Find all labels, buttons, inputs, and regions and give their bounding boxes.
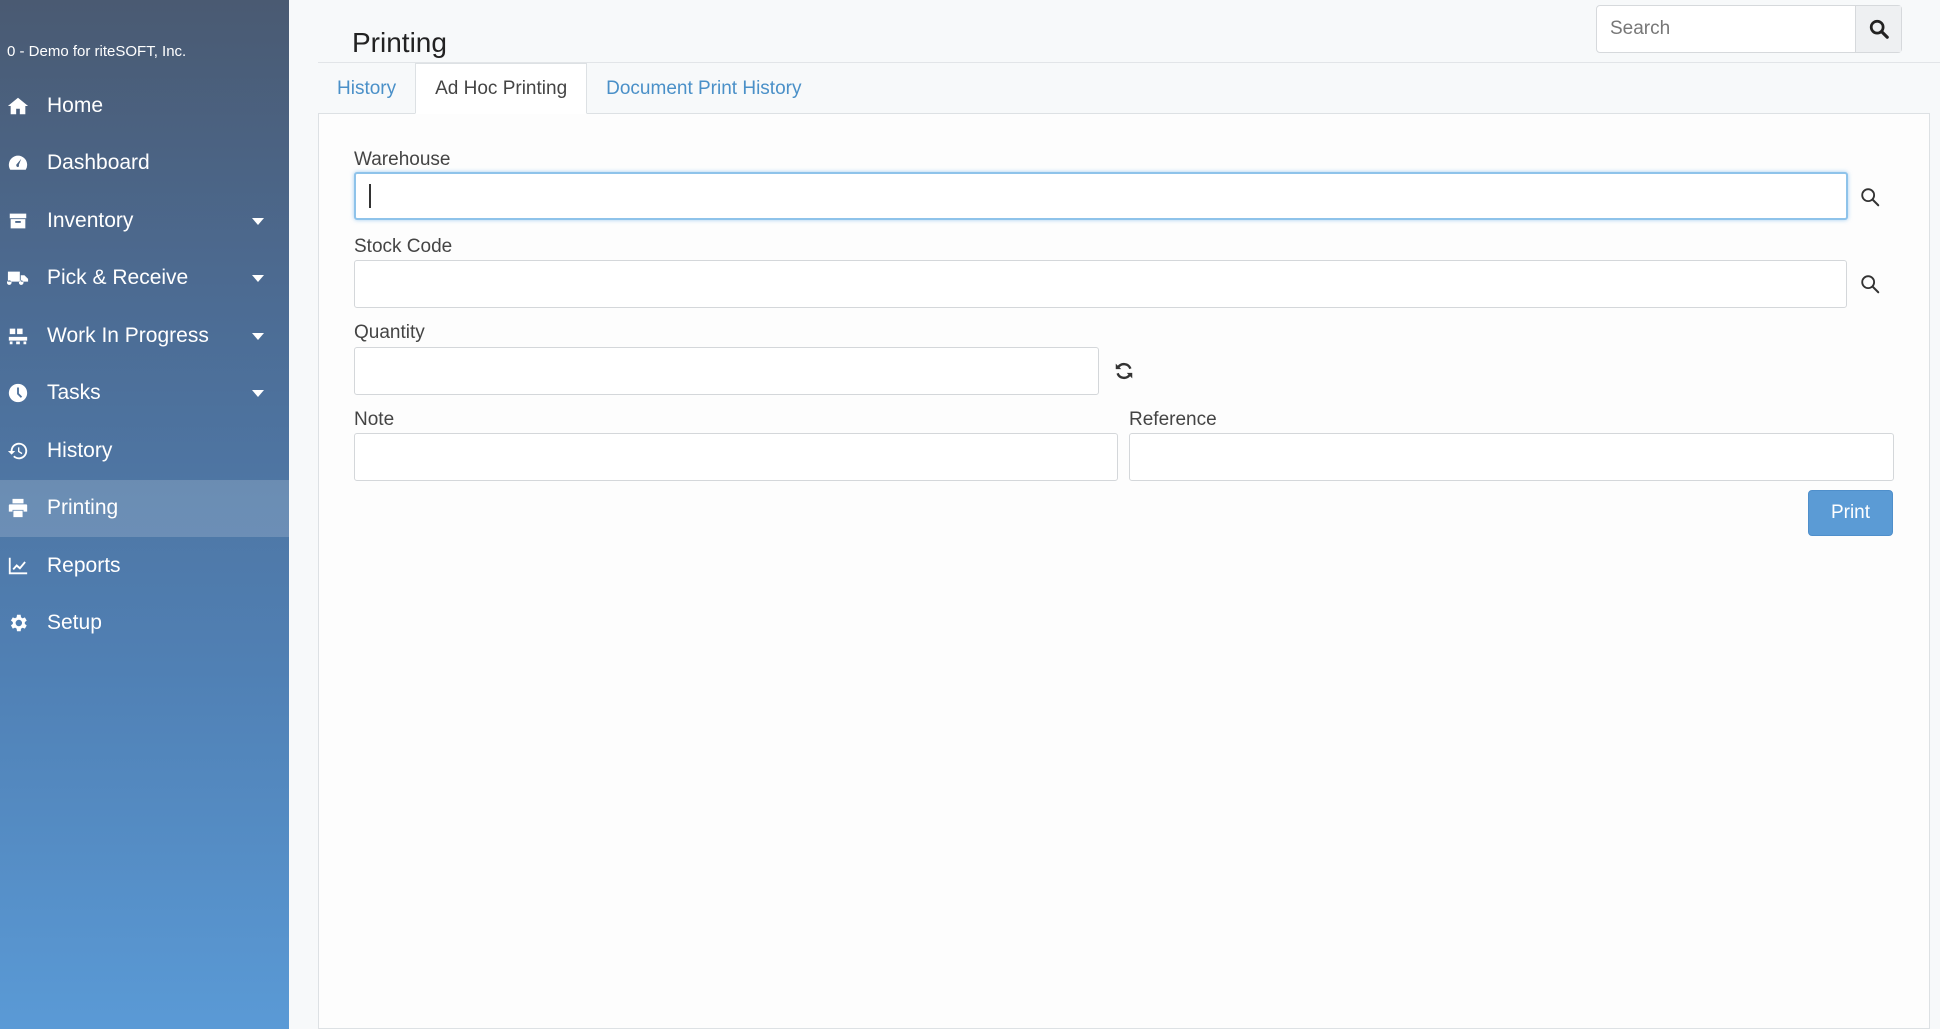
sidebar-item-label: Tasks — [47, 381, 101, 405]
sidebar-item-printing[interactable]: Printing — [0, 479, 289, 537]
search-input[interactable] — [1597, 6, 1855, 52]
gear-icon — [6, 611, 30, 635]
company-name: 0 - Demo for riteSOFT, Inc. — [7, 43, 187, 60]
sidebar-item-tasks[interactable]: Tasks — [0, 365, 289, 423]
refresh-quantity-button[interactable] — [1110, 357, 1138, 385]
chevron-down-icon — [252, 275, 264, 283]
warehouse-lookup-button[interactable] — [1856, 183, 1884, 211]
line-chart-icon — [6, 554, 30, 578]
tab-ad-hoc-printing[interactable]: Ad Hoc Printing — [415, 63, 588, 114]
stock-code-label: Stock Code — [354, 236, 453, 257]
stock-code-field[interactable] — [354, 260, 1847, 308]
search-button[interactable] — [1855, 6, 1901, 52]
printer-icon — [6, 496, 30, 520]
sidebar-item-history[interactable]: History — [0, 422, 289, 480]
sidebar-item-label: Work In Progress — [47, 323, 209, 347]
sidebar-item-label: Home — [47, 93, 104, 117]
print-button[interactable]: Print — [1808, 490, 1893, 536]
quantity-label: Quantity — [354, 322, 425, 343]
search-icon — [1861, 275, 1880, 294]
chevron-down-icon — [252, 390, 264, 398]
history-icon — [6, 439, 30, 463]
page-title: Printing — [352, 27, 447, 58]
sidebar-item-label: Pick & Receive — [47, 266, 189, 290]
sidebar-item-label: History — [47, 438, 113, 462]
quantity-field[interactable] — [354, 347, 1099, 395]
note-field[interactable] — [354, 433, 1118, 481]
sidebar-item-label: Printing — [47, 496, 119, 520]
tab-history[interactable]: History — [318, 63, 415, 114]
reference-label: Reference — [1129, 409, 1217, 430]
reference-field[interactable] — [1129, 433, 1894, 481]
global-search — [1596, 5, 1902, 53]
dashboard-icon — [6, 151, 30, 175]
warehouse-label: Warehouse — [354, 149, 451, 170]
conveyor-icon — [6, 324, 30, 348]
sidebar-nav: Home Dashboard Inventory Pick & Receive — [0, 77, 289, 652]
search-icon — [1861, 188, 1880, 207]
sidebar-item-reports[interactable]: Reports — [0, 537, 289, 595]
sidebar-item-label: Reports — [47, 553, 121, 577]
truck-icon — [6, 266, 30, 290]
sidebar-item-label: Setup — [47, 611, 102, 635]
sidebar-item-label: Dashboard — [47, 151, 150, 175]
clock-icon — [6, 381, 30, 405]
sidebar-item-label: Inventory — [47, 208, 134, 232]
ad-hoc-printing-panel — [318, 113, 1930, 1029]
sidebar-item-inventory[interactable]: Inventory — [0, 192, 289, 250]
note-label: Note — [354, 409, 395, 430]
refresh-icon — [1115, 362, 1133, 380]
sidebar-item-pick-receive[interactable]: Pick & Receive — [0, 250, 289, 308]
tab-bar: History Ad Hoc Printing Document Print H… — [318, 63, 820, 114]
sidebar-item-home[interactable]: Home — [0, 77, 289, 135]
search-icon — [1869, 19, 1889, 39]
sidebar: 0 - Demo for riteSOFT, Inc. Home Dashboa… — [0, 0, 289, 1029]
box-icon — [6, 209, 30, 233]
sidebar-item-setup[interactable]: Setup — [0, 595, 289, 653]
sidebar-item-dashboard[interactable]: Dashboard — [0, 135, 289, 193]
text-cursor — [369, 184, 371, 208]
tab-document-print-history[interactable]: Document Print History — [587, 63, 820, 114]
chevron-down-icon — [252, 217, 264, 225]
home-icon — [6, 94, 30, 118]
stock-code-lookup-button[interactable] — [1856, 270, 1884, 298]
chevron-down-icon — [252, 332, 264, 340]
sidebar-item-work-in-progress[interactable]: Work In Progress — [0, 307, 289, 365]
warehouse-field[interactable] — [354, 172, 1848, 220]
